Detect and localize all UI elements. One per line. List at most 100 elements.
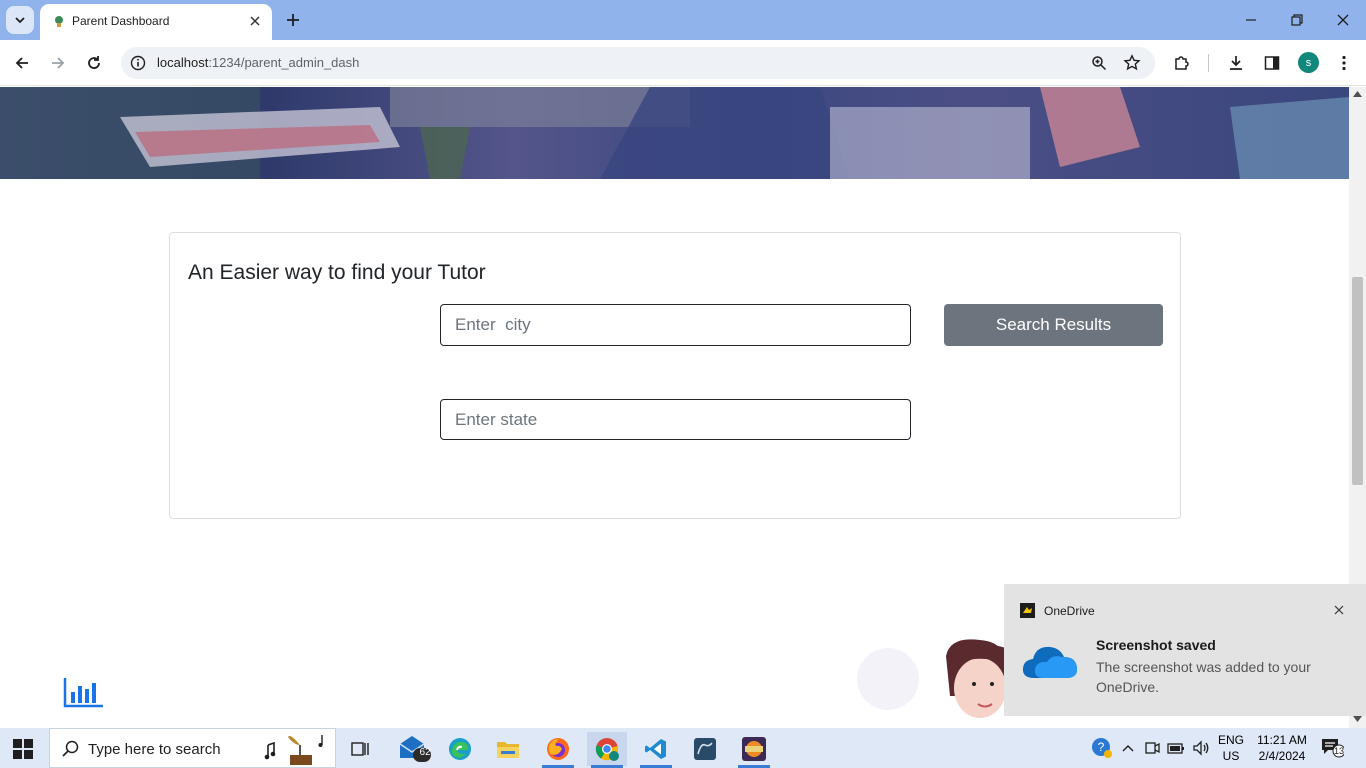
arrow-right-icon — [52, 57, 65, 69]
taskbar-firefox-app[interactable] — [538, 732, 578, 768]
site-favicon-icon — [55, 16, 63, 27]
taskbar-file-explorer-app[interactable] — [488, 732, 528, 766]
tray-help-icon-button[interactable]: ? — [1090, 728, 1114, 768]
chrome-icon — [595, 738, 619, 761]
close-icon — [250, 16, 260, 26]
keyboard-layout: US — [1222, 749, 1240, 763]
url-path: :1234/parent_admin_dash — [208, 55, 360, 70]
taskbar-vscode-app[interactable] — [636, 732, 676, 768]
plus-icon — [287, 14, 299, 26]
input-language-indicator[interactable]: ENG US — [1214, 732, 1248, 764]
folder-icon — [497, 742, 519, 758]
reload-icon — [88, 56, 100, 69]
more-vertical-icon — [1342, 55, 1346, 71]
zoom-icon[interactable] — [1091, 55, 1107, 71]
scroll-up-icon[interactable] — [1353, 91, 1362, 97]
puzzle-icon — [1175, 56, 1189, 70]
browser-tab-active[interactable]: Parent Dashboard — [40, 4, 272, 40]
arrow-left-icon — [15, 57, 28, 69]
downloads-button[interactable] — [1224, 51, 1248, 75]
close-icon — [1334, 605, 1344, 615]
system-clock[interactable]: 11:21 AM 2/4/2024 — [1252, 732, 1312, 764]
new-tab-button[interactable] — [282, 9, 304, 31]
scrollbar-thumb[interactable] — [1352, 277, 1363, 485]
device-icon — [1145, 742, 1160, 754]
browser-toolbar: localhost:1234/parent_admin_dash s — [0, 40, 1366, 86]
taskbar-mysql-workbench-app[interactable] — [685, 732, 725, 766]
tutor-search-card: An Easier way to find your Tutor Search … — [169, 232, 1181, 519]
taskbar-xampp-app[interactable] — [734, 732, 774, 768]
url-host: localhost — [157, 55, 209, 70]
xampp-icon — [742, 737, 766, 761]
side-panel-icon — [1264, 56, 1280, 70]
edge-browser-icon — [449, 738, 471, 760]
taskbar-chrome-app[interactable] — [587, 732, 627, 768]
toast-app-name: OneDrive — [1044, 604, 1095, 618]
state-input[interactable] — [440, 399, 911, 440]
decorative-circle — [857, 648, 919, 710]
download-icon — [1230, 56, 1242, 70]
tab-close-button[interactable] — [246, 12, 264, 30]
clock-time: 11:21 AM — [1257, 733, 1307, 747]
hero-banner-image — [0, 87, 1349, 179]
card-title: An Easier way to find your Tutor — [188, 261, 486, 284]
firefox-icon — [547, 738, 569, 760]
notification-count-badge: 13 — [1333, 746, 1344, 756]
minimize-icon — [1246, 19, 1256, 21]
side-panel-button[interactable] — [1260, 51, 1284, 75]
tray-meet-button[interactable] — [1142, 728, 1162, 768]
chevron-up-icon — [1122, 745, 1134, 752]
toolbar-divider — [1208, 54, 1209, 72]
tab-search-button[interactable] — [6, 6, 34, 34]
vscode-icon — [645, 739, 666, 759]
search-icon — [62, 740, 79, 757]
onedrive-toast-notification[interactable]: OneDrive Screenshot saved The screenshot… — [1004, 584, 1366, 716]
tray-battery-button[interactable] — [1166, 728, 1186, 768]
help-icon: ? — [1092, 738, 1112, 758]
forward-button[interactable] — [46, 51, 70, 75]
bookmark-star-icon[interactable] — [1123, 54, 1141, 72]
chrome-menu-button[interactable] — [1332, 51, 1356, 75]
tutor-character-illustration — [946, 639, 1006, 718]
tray-volume-button[interactable] — [1190, 728, 1212, 768]
taskbar-search-box[interactable]: Type here to search — [49, 728, 336, 768]
restore-button[interactable] — [1284, 8, 1310, 32]
city-input[interactable] — [440, 304, 911, 346]
hero-photo — [0, 87, 1349, 179]
chevron-down-icon — [15, 17, 25, 24]
extensions-button[interactable] — [1170, 51, 1194, 75]
toast-close-button[interactable] — [1330, 601, 1348, 619]
mysql-workbench-icon — [694, 738, 716, 760]
back-button[interactable] — [10, 51, 34, 75]
taskbar-mail-app[interactable]: 62 — [394, 732, 434, 766]
onedrive-cloud-icon — [1022, 646, 1078, 678]
profile-avatar[interactable]: s — [1298, 52, 1319, 73]
url-text: localhost:1234/parent_admin_dash — [157, 55, 359, 70]
search-results-button[interactable]: Search Results — [944, 304, 1163, 346]
address-bar[interactable]: localhost:1234/parent_admin_dash — [121, 47, 1155, 79]
reload-button[interactable] — [82, 51, 106, 75]
close-icon — [1337, 14, 1349, 26]
bar-chart-icon — [63, 678, 103, 708]
speaker-icon — [1193, 740, 1209, 756]
search-highlight-gramophone-icon — [264, 735, 323, 765]
windows-start-icon[interactable] — [12, 738, 34, 760]
scroll-down-icon[interactable] — [1353, 716, 1362, 722]
site-info-icon[interactable] — [130, 55, 146, 71]
restore-icon — [1291, 14, 1303, 26]
toast-title: Screenshot saved — [1096, 637, 1216, 653]
action-center-button[interactable]: 13 — [1320, 736, 1350, 762]
task-view-button[interactable] — [340, 732, 380, 766]
windows-taskbar: Type here to search 62 ? ENG US 11:21 AM… — [0, 728, 1366, 768]
toast-body: The screenshot was added to your OneDriv… — [1096, 659, 1311, 695]
browser-tab-strip: Parent Dashboard — [0, 0, 1366, 40]
tab-title: Parent Dashboard — [72, 14, 170, 28]
show-hidden-icons-button[interactable] — [1118, 728, 1138, 768]
taskbar-edge-app[interactable] — [440, 732, 480, 766]
close-window-button[interactable] — [1330, 8, 1356, 32]
clock-date: 2/4/2024 — [1258, 749, 1306, 763]
svg-text:?: ? — [1098, 740, 1105, 754]
battery-icon — [1167, 743, 1184, 754]
mail-unread-badge: 62 — [419, 747, 431, 758]
minimize-button[interactable] — [1238, 8, 1264, 32]
